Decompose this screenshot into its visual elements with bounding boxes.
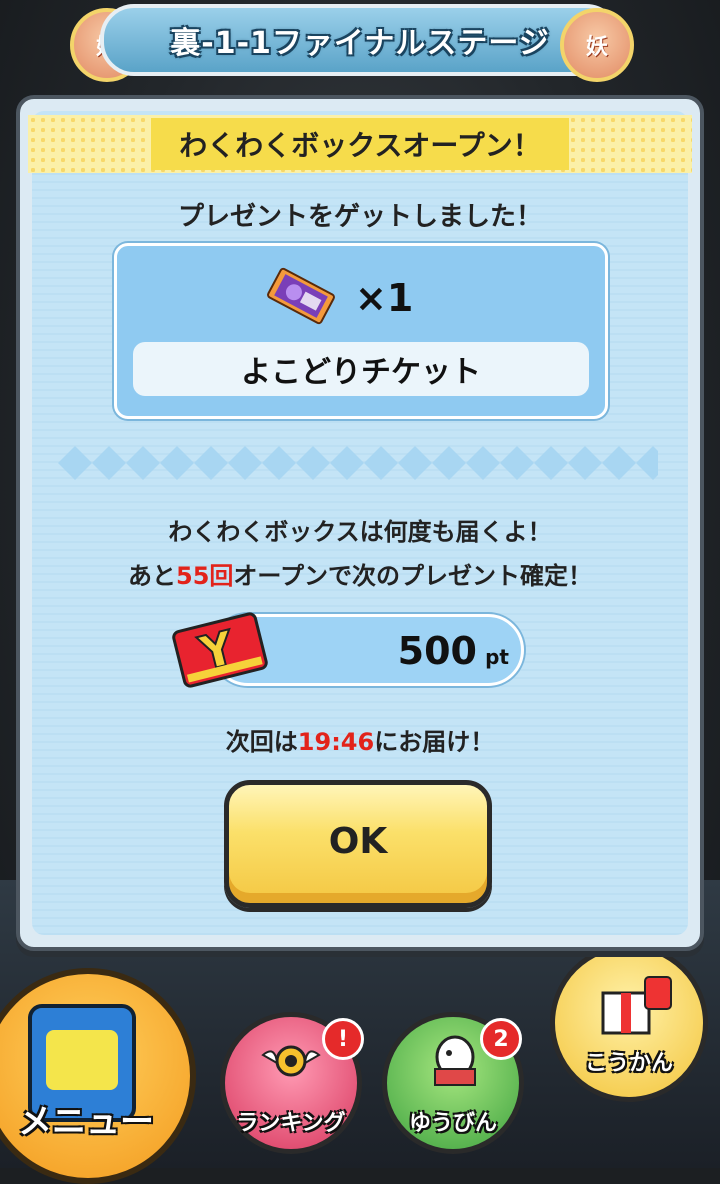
stage-title-banner: 裏-1-1ファイナルステージ <box>100 4 620 76</box>
prize-box: ×1 よこどりチケット <box>114 243 608 419</box>
prize-quantity: ×1 <box>355 276 414 320</box>
prize-name: よこどりチケット <box>133 342 589 396</box>
ranking-alert-badge: ! <box>322 1018 364 1060</box>
mail-character-icon <box>434 1035 476 1086</box>
stage-title: 裏-1-1ファイナルステージ <box>170 26 550 61</box>
remaining-count: 55回 <box>176 562 234 590</box>
zigzag-divider <box>58 446 658 480</box>
info-suffix: オープンで次のプレゼント確定！ <box>233 562 592 590</box>
info-line-2: あと55回オープンで次のプレゼント確定！ <box>0 554 720 598</box>
menu-label: メニュー <box>18 1102 154 1142</box>
points-unit: pt <box>485 645 509 669</box>
post-label: ゆうびん <box>408 1111 497 1136</box>
exchange-label: こうかん <box>584 1051 673 1076</box>
ok-button[interactable]: OK <box>224 780 492 908</box>
info-text: わくわくボックスは何度も届くよ！ あと55回オープンで次のプレゼント確定！ <box>0 510 720 598</box>
next-prefix: 次回は <box>225 728 298 756</box>
info-prefix: あと <box>128 562 177 590</box>
ranking-label: ランキング <box>236 1111 346 1136</box>
dialog-title-band: わくわくボックスオープン！ <box>28 115 692 173</box>
point-card-icon <box>172 612 268 688</box>
dialog-title: わくわくボックスオープン！ <box>179 129 541 162</box>
dialog-title-plate: わくわくボックスオープン！ <box>151 118 569 170</box>
next-suffix: にお届け！ <box>374 728 495 756</box>
next-delivery-time: 19:46 <box>297 728 375 756</box>
post-count-badge: 2 <box>480 1018 522 1060</box>
exchange-button[interactable]: こうかん <box>550 944 708 1102</box>
gift-box-icon <box>601 976 672 1035</box>
ticket-icon <box>267 267 335 325</box>
emblem-text: 妖 <box>585 35 608 60</box>
stage-emblem-right: 妖 <box>560 8 634 82</box>
trophy-wings-icon <box>261 1045 321 1077</box>
next-delivery-line: 次回は19:46にお届け！ <box>0 722 720 757</box>
points-value: 500 <box>397 629 477 673</box>
ok-button-label: OK <box>328 820 388 862</box>
info-line-1: わくわくボックスは何度も届くよ！ <box>168 518 552 546</box>
dialog-subtitle: プレゼントをゲットしました！ <box>177 202 542 232</box>
